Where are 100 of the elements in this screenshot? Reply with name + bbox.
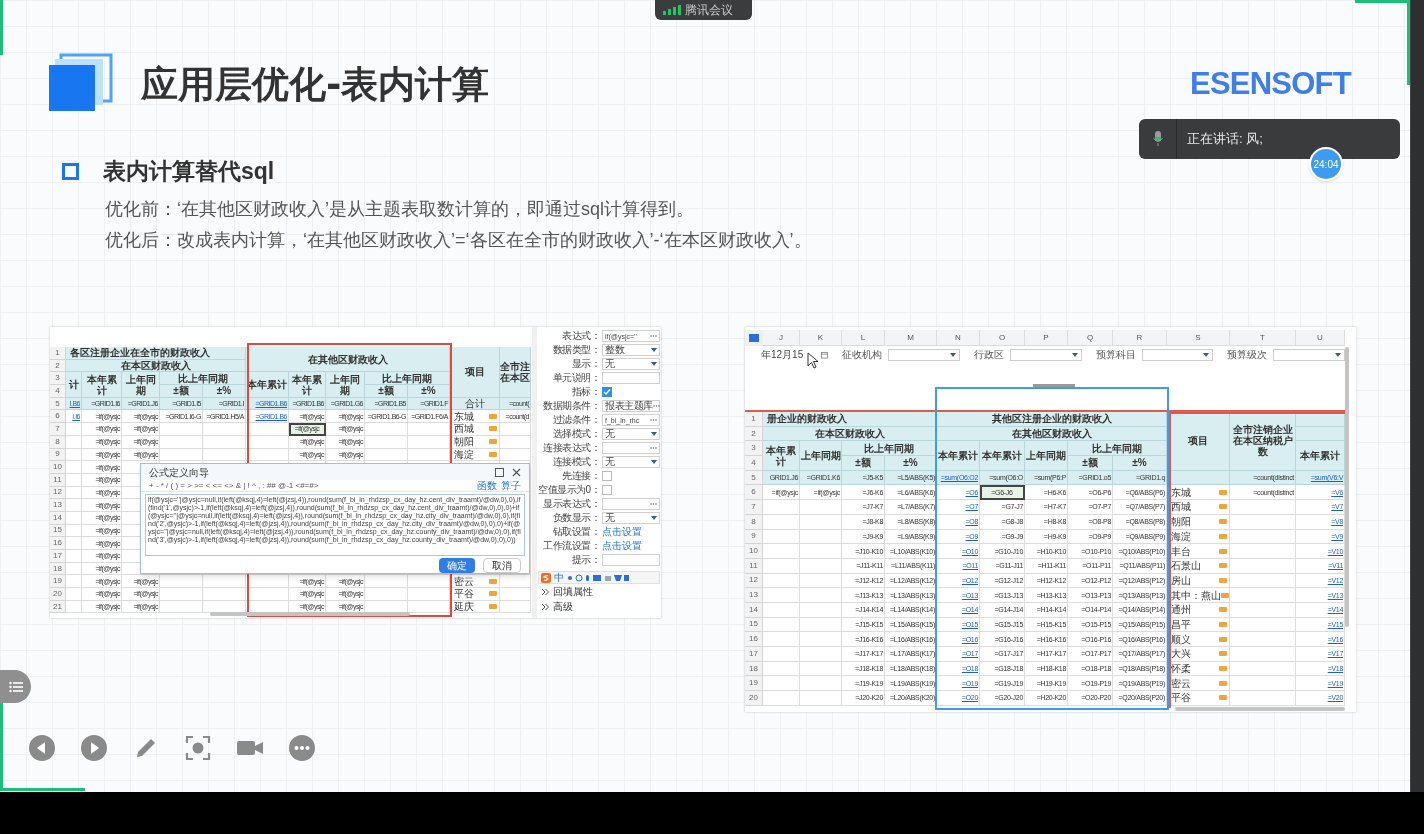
empty-cell xyxy=(408,588,450,601)
property-label: 选择模式： xyxy=(551,429,600,439)
table-cell: 石景山 xyxy=(1171,560,1201,572)
paragraph: 优化前：‘在其他区财政收入’是从主题表取数计算的，即通过sql计算得到。 xyxy=(105,198,695,221)
link[interactable]: 函数 xyxy=(477,480,497,491)
close-icon[interactable] xyxy=(512,467,521,477)
dialog-button[interactable]: 取消 xyxy=(483,558,521,573)
input-field[interactable] xyxy=(602,498,660,510)
ime-toolbar[interactable]: 中 xyxy=(538,571,660,584)
splitter-handle[interactable] xyxy=(1033,384,1075,387)
caret-icon xyxy=(949,353,956,357)
column-header: 上年同期 xyxy=(326,372,365,398)
tag-icon xyxy=(1219,548,1227,554)
caret-icon xyxy=(651,432,657,436)
column-header: ±额 xyxy=(365,385,408,398)
date-field[interactable]: 年12月15 xyxy=(761,349,804,361)
column-letter: M xyxy=(885,330,937,346)
input-field[interactable] xyxy=(602,372,660,384)
section-heading: 表内计算替代sql xyxy=(103,157,275,186)
link[interactable]: 点击设置 xyxy=(602,541,642,551)
empty-cell xyxy=(203,575,246,589)
table-cell: 延庆 xyxy=(454,601,474,613)
input-field[interactable]: 报表主题库 xyxy=(602,400,660,412)
empty-cell xyxy=(408,600,450,614)
table-cell: 昌平 xyxy=(1171,618,1191,630)
property-label: 钻取设置： xyxy=(551,527,600,537)
table-cell: 东城 xyxy=(1171,486,1191,498)
dropdown[interactable]: 无 xyxy=(602,428,660,440)
row-number: 19 xyxy=(745,676,763,692)
ime-tools-icon xyxy=(567,573,629,582)
column-header: ±额 xyxy=(1068,456,1113,471)
row-number: 1 xyxy=(745,412,763,427)
empty-cell xyxy=(408,435,450,449)
select-all-icon[interactable] xyxy=(745,330,763,346)
column-letter: O xyxy=(980,330,1025,346)
row-number: 6 xyxy=(745,485,763,501)
checkbox[interactable] xyxy=(602,485,612,495)
row-number: 19 xyxy=(50,575,66,589)
table-cell: 丰台 xyxy=(1171,545,1191,557)
column-header: 本年累计 xyxy=(980,441,1025,471)
row-number: 4 xyxy=(745,456,763,471)
column-letter: P xyxy=(1025,330,1068,346)
screenshot-icon[interactable] xyxy=(184,734,212,762)
row-number: 17 xyxy=(50,550,66,563)
row-number: 7 xyxy=(50,423,66,436)
table-cell: 平谷 xyxy=(1171,692,1191,704)
operator-toolbar[interactable]: + - * / ( ) = > >= < <= <> & | ! ^ , : ## @-1 <#=#> xyxy=(149,479,319,492)
calendar-icon[interactable] xyxy=(821,351,829,359)
property-label: 显示： xyxy=(570,359,600,369)
row-number: 6 xyxy=(50,410,66,424)
section-toggle[interactable]: 高级 xyxy=(553,601,573,612)
column-letter: Q xyxy=(1068,330,1113,346)
row-number: 16 xyxy=(745,632,763,647)
filter-label: 预算级次 xyxy=(1227,350,1268,360)
tag-icon xyxy=(1221,592,1229,598)
speaker-text: 正在讲话: 风; xyxy=(1187,130,1263,149)
row-number: 4 xyxy=(50,385,66,398)
table-cell: 其中：燕山 xyxy=(1171,589,1221,601)
row-number: 7 xyxy=(745,500,763,515)
dropdown[interactable]: 无 xyxy=(602,456,660,468)
filter-label: 预算科目 xyxy=(1095,350,1136,360)
property-label: 数据类型： xyxy=(551,345,600,355)
dropdown[interactable]: 整数 xyxy=(602,344,660,356)
link[interactable]: 算子 xyxy=(501,480,521,491)
row-number: 17 xyxy=(745,647,763,662)
link[interactable]: 点击设置 xyxy=(602,527,642,537)
maximize-icon[interactable] xyxy=(495,467,504,477)
column-header: 上年同期 xyxy=(1025,441,1068,471)
column-letter: J xyxy=(763,330,800,346)
section-toggle[interactable]: 回填属性 xyxy=(553,586,593,597)
column-header: 其他区注册企业的财政收入 xyxy=(937,412,1167,427)
expand-icon[interactable] xyxy=(542,588,549,595)
checkbox[interactable] xyxy=(602,387,612,397)
column-header: 本年累计 xyxy=(1296,441,1345,471)
table-cell: 顺义 xyxy=(1171,633,1191,645)
expand-icon[interactable] xyxy=(542,603,549,610)
next-icon[interactable] xyxy=(80,734,108,762)
filter-label: 征收机构 xyxy=(842,350,883,360)
checkbox[interactable] xyxy=(602,471,612,481)
menu-button[interactable] xyxy=(0,670,31,703)
empty-cell xyxy=(203,435,246,449)
column-header: ±额 xyxy=(160,385,203,398)
row-number: 13 xyxy=(745,588,763,603)
table-cell: 房山 xyxy=(1171,574,1191,586)
formula-field[interactable] xyxy=(145,494,525,556)
column-header: 上年同期 xyxy=(800,441,842,471)
input-field[interactable] xyxy=(602,442,660,454)
dialog-button[interactable]: 确定 xyxy=(439,558,475,573)
dropdown[interactable]: 无 xyxy=(602,358,660,370)
row-number: 20 xyxy=(50,588,66,601)
filter-label: 行政区 xyxy=(973,350,1004,360)
frame-corner xyxy=(0,0,3,55)
ime-mode[interactable]: 中 xyxy=(554,572,564,583)
input-field[interactable] xyxy=(602,554,660,566)
row-number: 3 xyxy=(745,441,763,457)
row-number: 3 xyxy=(50,372,66,386)
more-icon[interactable] xyxy=(288,734,316,762)
column-letter: S xyxy=(1167,330,1230,346)
previous-icon[interactable] xyxy=(28,734,56,762)
dropdown[interactable]: 无 xyxy=(602,512,660,524)
